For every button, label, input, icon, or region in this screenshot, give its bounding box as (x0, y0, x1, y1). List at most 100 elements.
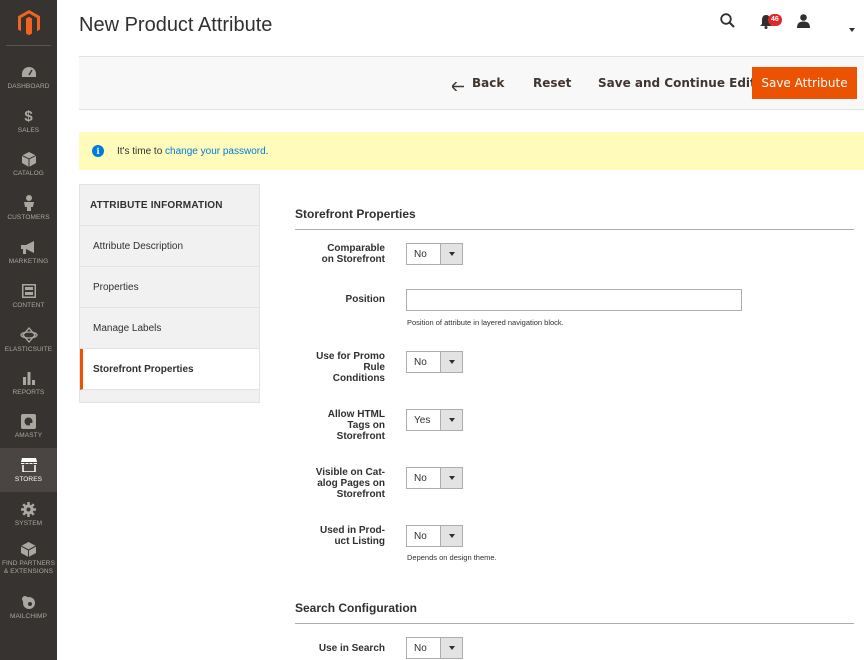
promo-label-line1: Use for Promo (316, 351, 385, 362)
search-section-divider (295, 623, 854, 624)
html-tags-label-line3: Storefront (336, 431, 385, 442)
nav-elasticsuite[interactable]: ELASTICSUITE (0, 318, 57, 362)
logo-separator (6, 45, 51, 46)
page-title: New Product Attribute (79, 14, 273, 36)
product-listing-select[interactable]: No (406, 525, 463, 547)
nav-find-partners-label: FIND PARTNERS (1, 560, 56, 567)
position-note: Position of attribute in layered navigat… (407, 318, 564, 327)
nav-amasty[interactable]: AMASTY (0, 404, 57, 448)
nav-content-label: CONTENT (12, 302, 45, 309)
admin-sidebar: DASHBOARD $ SALES CATALOG CUSTOMERS MARK… (0, 0, 57, 660)
nav-catalog[interactable]: CATALOG (0, 142, 57, 186)
visible-catalog-value: No (414, 472, 427, 484)
storefront-section-title: Storefront Properties (295, 207, 416, 221)
promo-label-line3: Conditions (332, 373, 385, 384)
storefront-section-divider (295, 229, 854, 230)
chevron-down-icon (440, 352, 462, 372)
comparable-label: Comparable on Storefront (322, 243, 385, 265)
nav-sales[interactable]: $ SALES (0, 99, 57, 143)
nav-system-label: SYSTEM (14, 520, 43, 527)
nav-customers[interactable]: CUSTOMERS (0, 186, 57, 230)
tab-manage-labels[interactable]: Manage Labels (80, 308, 259, 349)
html-tags-select[interactable]: Yes (406, 409, 463, 431)
nav-catalog-label: CATALOG (13, 170, 44, 177)
chevron-down-icon (440, 410, 462, 430)
change-password-link[interactable]: change your password (165, 146, 266, 157)
comparable-label-line1: Comparable (327, 243, 385, 254)
mailchimp-icon (20, 593, 38, 611)
chevron-down-icon (440, 468, 462, 488)
notice-suffix: . (265, 145, 269, 157)
product-listing-label-line1: Used in Prod- (319, 525, 385, 536)
nav-mailchimp[interactable]: MAILCHIMP (0, 585, 57, 629)
magento-logo-icon (17, 10, 40, 36)
user-menu-chevron-down-icon[interactable] (849, 19, 855, 37)
magento-logo[interactable] (0, 0, 57, 46)
nav-stores[interactable]: STORES (0, 448, 57, 492)
product-listing-note: Depends on design theme. (407, 553, 497, 562)
person-icon (20, 194, 38, 212)
tabs-heading: ATTRIBUTE INFORMATION (80, 185, 259, 226)
nav-customers-label: CUSTOMERS (7, 214, 50, 221)
attribute-tabs: ATTRIBUTE INFORMATION Attribute Descript… (79, 184, 260, 403)
amasty-icon (20, 412, 38, 430)
nav-find-partners[interactable]: FIND PARTNERS & EXTENSIONS (0, 535, 57, 581)
nav-reports-label: REPORTS (12, 389, 45, 396)
save-attribute-button[interactable]: Save Attribute (752, 67, 857, 99)
nav-content[interactable]: CONTENT (0, 274, 57, 318)
visible-catalog-label-line1: Visible on Cat- (315, 467, 385, 478)
tab-properties[interactable]: Properties (80, 267, 259, 308)
back-button[interactable]: Back (472, 76, 504, 90)
layout-icon (20, 282, 38, 300)
save-and-continue-button[interactable]: Save and Continue Edit (598, 76, 756, 90)
tab-attribute-description[interactable]: Attribute Description (80, 226, 259, 267)
nav-sales-label: SALES (17, 127, 40, 134)
promo-label: Use for Promo Rule Conditions (316, 351, 385, 384)
nav-reports[interactable]: REPORTS (0, 361, 57, 405)
html-tags-label-line2: Tags on (347, 420, 385, 431)
promo-rule-select[interactable]: No (406, 351, 463, 373)
html-tags-label-line1: Allow HTML (327, 409, 385, 420)
search-section-title: Search Configuration (295, 601, 418, 615)
visible-catalog-label: Visible on Cat- alog Pages on Storefront (316, 467, 385, 500)
html-tags-value: Yes (414, 414, 431, 426)
promo-rule-value: No (414, 356, 427, 368)
nav-dashboard-label: DASHBOARD (7, 83, 50, 90)
position-label: Position (345, 294, 385, 305)
visible-catalog-label-line2: alog Pages on (317, 478, 385, 489)
search-icon[interactable] (720, 13, 735, 33)
visible-catalog-label-line3: Storefront (336, 489, 385, 500)
nav-amasty-label: AMASTY (14, 432, 43, 439)
product-listing-label: Used in Prod- uct Listing (320, 525, 385, 547)
nav-find-partners-label-2: & EXTENSIONS (3, 568, 54, 575)
chevron-down-icon (440, 526, 462, 546)
tab-storefront-properties[interactable]: Storefront Properties (80, 349, 259, 390)
position-input[interactable] (406, 289, 742, 311)
megaphone-icon (20, 238, 38, 256)
dollar-icon: $ (24, 107, 33, 125)
nav-stores-label: STORES (14, 476, 43, 483)
nav-dashboard[interactable]: DASHBOARD (0, 55, 57, 99)
nav-system[interactable]: SYSTEM (0, 492, 57, 536)
nav-marketing[interactable]: MARKETING (0, 230, 57, 274)
product-listing-label-line2: uct Listing (334, 536, 385, 547)
promo-label-line2: Rule (363, 362, 385, 373)
dashboard-icon (20, 63, 38, 81)
password-notice: i It's time to change your password. (79, 132, 864, 170)
comparable-select[interactable]: No (406, 243, 463, 265)
comparable-label-line2: on Storefront (321, 254, 385, 265)
info-icon: i (92, 145, 104, 157)
notifications-count-badge[interactable]: 46 (768, 14, 782, 26)
bar-chart-icon (20, 369, 38, 387)
visible-catalog-select[interactable]: No (406, 467, 463, 489)
store-icon (20, 456, 38, 474)
user-icon[interactable] (797, 14, 810, 33)
reset-button[interactable]: Reset (533, 76, 571, 90)
nav-elasticsuite-label: ELASTICSUITE (4, 346, 53, 353)
cube-icon (20, 150, 38, 168)
use-in-search-select[interactable]: No (406, 637, 463, 659)
comparable-value: No (414, 248, 427, 260)
elasticsuite-icon (19, 326, 38, 344)
chevron-down-icon (440, 638, 462, 658)
nav-marketing-label: MARKETING (8, 258, 49, 265)
